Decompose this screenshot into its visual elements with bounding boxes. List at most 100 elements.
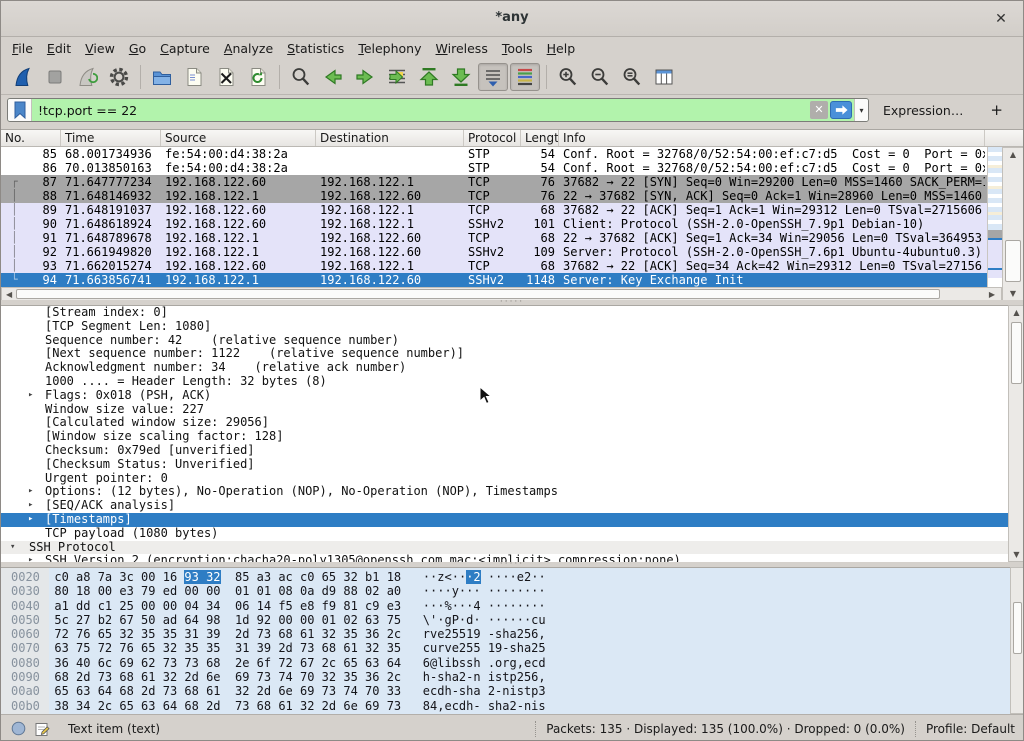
collapsed-icon[interactable]: ▸ xyxy=(28,554,33,562)
collapsed-icon[interactable]: ▸ xyxy=(28,389,33,403)
detail-line[interactable]: Sequence number: 42 (relative sequence n… xyxy=(1,334,1023,348)
go-to-packet-icon[interactable] xyxy=(382,63,412,91)
menu-item-wireless[interactable]: Wireless xyxy=(429,39,495,58)
detail-line[interactable]: ▸[SEQ/ACK analysis] xyxy=(1,499,1023,513)
detail-line[interactable]: [Stream index: 0] xyxy=(1,306,1023,320)
display-filter-input[interactable] xyxy=(32,103,810,118)
scroll-left-icon[interactable]: ◀ xyxy=(6,289,12,300)
start-capture-icon[interactable] xyxy=(8,63,38,91)
collapsed-icon[interactable]: ▸ xyxy=(28,485,33,499)
collapsed-icon[interactable]: ▸ xyxy=(28,513,33,527)
expanded-icon[interactable]: ▾ xyxy=(10,541,15,555)
zoom-100-icon[interactable] xyxy=(617,63,647,91)
scroll-thumb[interactable] xyxy=(1013,602,1022,654)
detail-line[interactable]: Acknowledgment number: 34 (relative ack … xyxy=(1,361,1023,375)
expert-info-icon[interactable] xyxy=(11,721,26,736)
detail-vscrollbar[interactable]: ▲ ▼ xyxy=(1008,305,1024,562)
detail-line[interactable]: ▸[Timestamps] xyxy=(1,513,1023,527)
detail-line[interactable]: [Next sequence number: 1122 (relative se… xyxy=(1,347,1023,361)
profile-text[interactable]: Profile: Default xyxy=(926,722,1015,736)
column-header-info[interactable]: Info xyxy=(559,130,985,146)
detail-line[interactable]: Urgent pointer: 0 xyxy=(1,472,1023,486)
menu-item-statistics[interactable]: Statistics xyxy=(280,39,351,58)
hex-row[interactable]: 00a0 65 63 64 68 2d 73 68 61 32 2d 6e 69… xyxy=(1,684,1023,698)
filter-history-caret-icon[interactable]: ▾ xyxy=(854,99,868,121)
zoom-in-icon[interactable] xyxy=(553,63,583,91)
scroll-thumb[interactable] xyxy=(1005,240,1021,282)
filter-clear-icon[interactable]: ✕ xyxy=(810,101,828,119)
column-header-no[interactable]: No. xyxy=(1,130,61,146)
stop-capture-icon[interactable] xyxy=(40,63,70,91)
zoom-out-icon[interactable] xyxy=(585,63,615,91)
detail-line[interactable]: Checksum: 0x79ed [unverified] xyxy=(1,444,1023,458)
go-first-packet-icon[interactable] xyxy=(414,63,444,91)
column-header-length[interactable]: Length xyxy=(521,130,559,146)
add-filter-button[interactable]: + xyxy=(984,101,1009,119)
packet-row-94[interactable]: 94└71.663856741192.168.122.1192.168.122.… xyxy=(1,273,1002,287)
collapsed-icon[interactable]: ▸ xyxy=(28,499,33,513)
detail-line[interactable]: ▸Flags: 0x018 (PSH, ACK) xyxy=(1,389,1023,403)
hex-row[interactable]: 0030 80 18 00 e3 79 ed 00 00 01 01 08 0a… xyxy=(1,584,1023,598)
packet-list-vscrollbar[interactable]: ▲ ▼ xyxy=(1002,147,1024,301)
go-last-packet-icon[interactable] xyxy=(446,63,476,91)
capture-comment-icon[interactable] xyxy=(34,721,50,737)
packet-row-91[interactable]: 91│71.648789678192.168.122.1192.168.122.… xyxy=(1,231,1002,245)
save-file-icon[interactable] xyxy=(179,63,209,91)
scroll-right-icon[interactable]: ▶ xyxy=(989,289,995,300)
go-forward-icon[interactable] xyxy=(350,63,380,91)
scroll-down-icon[interactable]: ▼ xyxy=(1009,550,1024,559)
menu-item-file[interactable]: File xyxy=(5,39,40,58)
hex-row[interactable]: 00b0 38 34 2c 65 63 64 68 2d 73 68 61 32… xyxy=(1,699,1023,713)
detail-line[interactable]: [Window size scaling factor: 128] xyxy=(1,430,1023,444)
column-header-destination[interactable]: Destination xyxy=(316,130,464,146)
scroll-thumb[interactable] xyxy=(16,289,940,299)
reload-file-icon[interactable] xyxy=(243,63,273,91)
expression-button[interactable]: Expression… xyxy=(883,103,963,118)
packet-row-88[interactable]: 88│71.648146932192.168.122.1192.168.122.… xyxy=(1,189,1002,203)
close-file-icon[interactable] xyxy=(211,63,241,91)
scroll-down-icon[interactable]: ▼ xyxy=(1003,289,1023,298)
hex-row[interactable]: 0020 c0 a8 7a 3c 00 16 93 32 85 a3 ac c0… xyxy=(1,570,1023,584)
scroll-up-icon[interactable]: ▲ xyxy=(1009,308,1024,317)
close-window-icon[interactable]: ✕ xyxy=(991,9,1011,29)
filter-bookmark-icon[interactable] xyxy=(8,99,32,121)
menu-item-help[interactable]: Help xyxy=(540,39,583,58)
column-header-protocol[interactable]: Protocol xyxy=(464,130,521,146)
column-header-time[interactable]: Time xyxy=(61,130,161,146)
packet-row-85[interactable]: 8568.001734936fe:54:00:d4:38:2aSTP54Conf… xyxy=(1,147,1002,161)
detail-line[interactable]: [TCP Segment Len: 1080] xyxy=(1,320,1023,334)
hex-row[interactable]: 0050 5c 27 b2 67 50 ad 64 98 1d 92 00 00… xyxy=(1,613,1023,627)
menu-item-capture[interactable]: Capture xyxy=(153,39,217,58)
hex-vscrollbar[interactable] xyxy=(1010,567,1024,714)
detail-line[interactable]: [Checksum Status: Unverified] xyxy=(1,458,1023,472)
restart-capture-icon[interactable] xyxy=(72,63,102,91)
menu-item-analyze[interactable]: Analyze xyxy=(217,39,280,58)
detail-line[interactable]: Window size value: 227 xyxy=(1,403,1023,417)
packet-row-89[interactable]: 89│71.648191037192.168.122.60192.168.122… xyxy=(1,203,1002,217)
scroll-up-icon[interactable]: ▲ xyxy=(1003,150,1023,159)
detail-line[interactable]: ▾SSH Protocol xyxy=(1,541,1023,555)
colorize-icon[interactable] xyxy=(510,63,540,91)
packet-row-86[interactable]: 8670.013850163fe:54:00:d4:38:2aSTP54Conf… xyxy=(1,161,1002,175)
detail-line[interactable]: TCP payload (1080 bytes) xyxy=(1,527,1023,541)
menu-item-edit[interactable]: Edit xyxy=(40,39,78,58)
packet-row-92[interactable]: 92│71.661949820192.168.122.1192.168.122.… xyxy=(1,245,1002,259)
hex-row[interactable]: 0060 72 76 65 32 35 35 31 39 2d 73 68 61… xyxy=(1,627,1023,641)
hex-row[interactable]: 0090 68 2d 73 68 61 32 2d 6e 69 73 74 70… xyxy=(1,670,1023,684)
filter-apply-icon[interactable] xyxy=(830,101,852,119)
column-header-source[interactable]: Source xyxy=(161,130,316,146)
go-back-icon[interactable] xyxy=(318,63,348,91)
resize-columns-icon[interactable] xyxy=(649,63,679,91)
hex-row[interactable]: 0080 36 40 6c 69 62 73 73 68 2e 6f 72 67… xyxy=(1,656,1023,670)
packet-row-87[interactable]: 87┌71.647777234192.168.122.60192.168.122… xyxy=(1,175,1002,189)
display-filter-field[interactable]: ✕ ▾ xyxy=(7,98,869,122)
hex-row[interactable]: 0040 a1 dd c1 25 00 00 04 34 06 14 f5 e8… xyxy=(1,599,1023,613)
packet-row-93[interactable]: 93│71.662015274192.168.122.60192.168.122… xyxy=(1,259,1002,273)
capture-options-icon[interactable] xyxy=(104,63,134,91)
auto-scroll-icon[interactable] xyxy=(478,63,508,91)
find-packet-icon[interactable] xyxy=(286,63,316,91)
hex-row[interactable]: 0070 63 75 72 76 65 32 35 35 31 39 2d 73… xyxy=(1,641,1023,655)
open-file-icon[interactable] xyxy=(147,63,177,91)
packet-row-90[interactable]: 90│71.648618924192.168.122.60192.168.122… xyxy=(1,217,1002,231)
intelligent-scrollbar-minimap[interactable] xyxy=(987,147,1002,287)
